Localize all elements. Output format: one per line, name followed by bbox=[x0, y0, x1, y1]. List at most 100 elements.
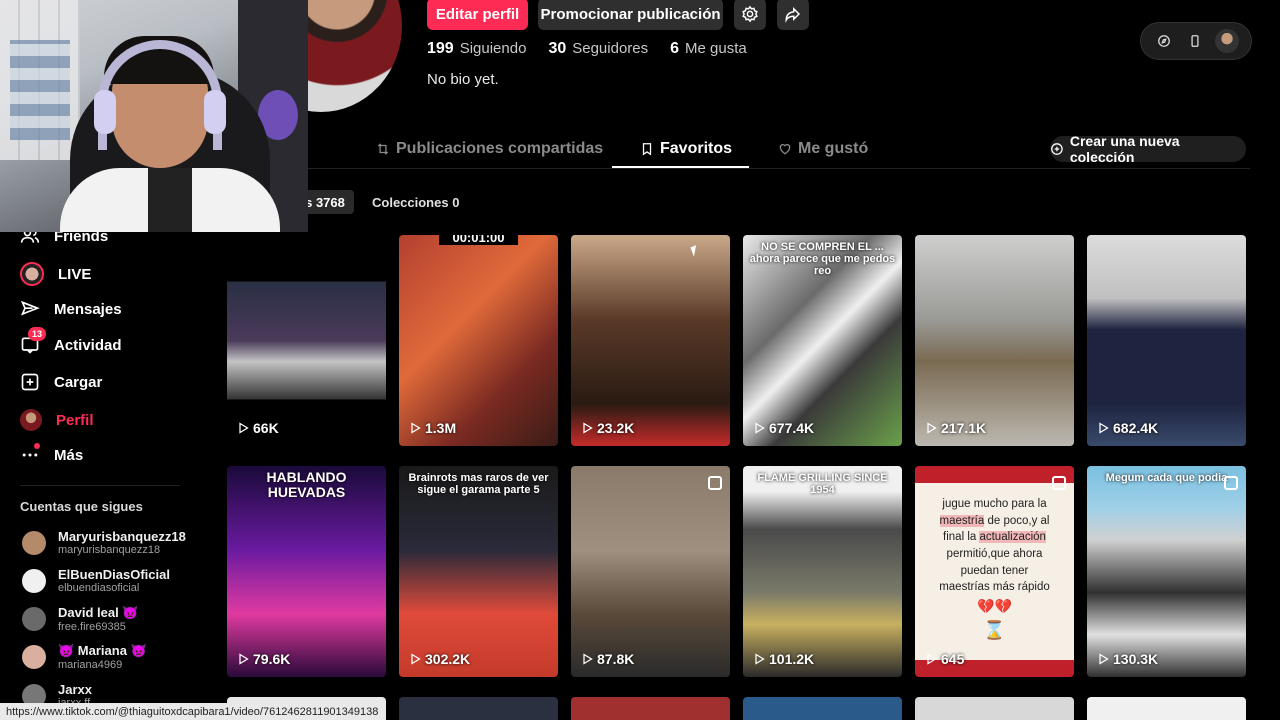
sidebar-item-profile[interactable]: Perfil bbox=[20, 409, 94, 431]
multi-image-icon bbox=[708, 476, 722, 490]
view-count: 79.6K bbox=[237, 651, 290, 667]
live-icon bbox=[20, 262, 44, 286]
avatar bbox=[22, 530, 46, 555]
view-count: 66K bbox=[237, 420, 279, 436]
video-card[interactable]: HABLANDO HUEVADAS 79.6K bbox=[227, 466, 386, 677]
upload-icon bbox=[20, 372, 40, 392]
video-card[interactable] bbox=[915, 697, 1074, 720]
play-icon bbox=[583, 422, 593, 434]
play-icon bbox=[239, 422, 249, 434]
video-caption-overlay: Brainrots mas raros de ver sigue el gara… bbox=[408, 472, 549, 497]
repost-icon bbox=[377, 143, 389, 155]
phone-icon[interactable] bbox=[1184, 30, 1206, 52]
following-account[interactable]: Maryurisbanquezz18 maryurisbanquezz18 bbox=[22, 529, 186, 556]
avatar bbox=[22, 607, 46, 631]
video-caption-overlay: HABLANDO HUEVADAS bbox=[266, 469, 347, 501]
view-count: 130.3K bbox=[1097, 651, 1158, 667]
text-post-content: jugue mucho para la maestría de poco,y al… bbox=[939, 498, 1050, 640]
view-count: 682.4K bbox=[1097, 420, 1158, 436]
edit-profile-button[interactable]: Editar perfil bbox=[427, 0, 528, 30]
video-caption-overlay: 00:01:00 bbox=[439, 235, 518, 246]
user-avatar[interactable] bbox=[1214, 29, 1239, 53]
compass-icon[interactable] bbox=[1153, 30, 1175, 52]
heart-icon bbox=[779, 144, 791, 155]
video-caption-overlay: FLAME GRILLING SINCE 1954 bbox=[757, 472, 888, 497]
play-icon bbox=[755, 422, 765, 434]
video-caption-overlay: NO SE COMPREN EL ... ahora parece que me… bbox=[749, 241, 896, 278]
video-card[interactable]: 00:01:00 1.3M bbox=[399, 235, 558, 446]
play-icon bbox=[927, 422, 937, 434]
plus-circle-icon bbox=[1051, 143, 1063, 155]
video-caption-overlay: Megum cada que podia bbox=[1105, 472, 1228, 484]
following-stat[interactable]: 199 Siguiendo bbox=[427, 40, 526, 58]
share-arrow-icon bbox=[785, 6, 801, 23]
settings-button[interactable] bbox=[734, 0, 766, 30]
video-card[interactable] bbox=[571, 697, 730, 720]
video-card[interactable]: 23.2K bbox=[571, 235, 730, 446]
play-icon bbox=[927, 653, 937, 665]
play-icon bbox=[1099, 653, 1109, 665]
video-card[interactable]: 217.1K bbox=[915, 235, 1074, 446]
video-card[interactable]: 87.8K bbox=[571, 466, 730, 677]
play-icon bbox=[1099, 422, 1109, 434]
view-count: 677.4K bbox=[753, 420, 814, 436]
sidebar-item-more[interactable]: Más bbox=[20, 443, 83, 465]
promote-post-button[interactable]: Promocionar publicación bbox=[538, 0, 723, 30]
following-account[interactable]: David leal 👿 free.fire69385 bbox=[22, 605, 139, 633]
video-card[interactable] bbox=[1087, 697, 1246, 720]
webcam-overlay bbox=[0, 0, 308, 232]
play-icon bbox=[583, 653, 593, 665]
video-card[interactable]: Megum cada que podia 130.3K bbox=[1087, 466, 1246, 677]
new-collection-button[interactable]: Crear una nueva colección bbox=[1050, 133, 1246, 165]
video-card[interactable] bbox=[399, 697, 558, 720]
video-card[interactable]: FLAME GRILLING SINCE 1954 101.2K bbox=[743, 466, 902, 677]
bookmark-icon bbox=[642, 143, 652, 156]
video-card[interactable]: Brainrots mas raros de ver sigue el gara… bbox=[399, 466, 558, 677]
video-card[interactable]: NO SE COMPREN EL ... ahora parece que me… bbox=[743, 235, 902, 446]
share-button[interactable] bbox=[777, 0, 809, 30]
notification-dot bbox=[34, 443, 40, 449]
followers-stat[interactable]: 30 Seguidores bbox=[548, 40, 648, 58]
sidebar-item-upload[interactable]: Cargar bbox=[20, 372, 102, 392]
view-count: 1.3M bbox=[409, 420, 456, 436]
view-count: 101.2K bbox=[753, 651, 814, 667]
view-count: 217.1K bbox=[925, 420, 986, 436]
avatar bbox=[22, 645, 46, 669]
play-icon bbox=[239, 653, 249, 665]
video-card[interactable]: 682.4K bbox=[1087, 235, 1246, 446]
gear-icon bbox=[742, 5, 758, 23]
tabs-divider bbox=[230, 168, 1250, 169]
send-icon bbox=[20, 299, 40, 319]
likes-stat: 6 Me gusta bbox=[670, 40, 747, 57]
multi-image-icon bbox=[1224, 476, 1238, 490]
view-count: 87.8K bbox=[581, 651, 634, 667]
view-count: 302.2K bbox=[409, 651, 470, 667]
multi-image-icon bbox=[1052, 476, 1066, 490]
following-account[interactable]: 👿 Mariana 👿 mariana4969 bbox=[22, 643, 147, 671]
play-icon bbox=[411, 653, 421, 665]
video-card[interactable] bbox=[743, 697, 902, 720]
sidebar-item-messages[interactable]: Mensajes bbox=[20, 299, 122, 319]
sidebar-divider bbox=[20, 485, 180, 486]
avatar bbox=[22, 568, 46, 593]
browser-status-url: https://www.tiktok.com/@thiaguitoxdcapib… bbox=[0, 703, 385, 720]
tab-favorites[interactable]: Favoritos bbox=[640, 140, 732, 158]
profile-stats: 199 Siguiendo 30 Seguidores 6 Me gusta bbox=[427, 40, 747, 58]
tab-liked[interactable]: Me gustó bbox=[778, 140, 868, 158]
inbox-icon: 13 bbox=[20, 327, 47, 355]
view-count: 645 bbox=[925, 651, 964, 667]
floating-toolbar bbox=[1140, 22, 1252, 60]
video-card[interactable]: jugue mucho para la maestría de poco,y al… bbox=[915, 466, 1074, 677]
sidebar-item-live[interactable]: LIVE bbox=[20, 262, 91, 286]
sidebar-item-activity[interactable]: 13 Actividad bbox=[20, 327, 122, 355]
view-count: 23.2K bbox=[581, 420, 634, 436]
more-icon bbox=[20, 443, 40, 465]
activity-badge: 13 bbox=[28, 327, 47, 341]
play-icon bbox=[755, 653, 765, 665]
tab-reposts[interactable]: Publicaciones compartidas bbox=[376, 140, 603, 158]
play-icon bbox=[411, 422, 421, 434]
subtab-collections[interactable]: Colecciones 0 bbox=[372, 190, 459, 214]
video-card[interactable]: 66K bbox=[227, 235, 386, 446]
following-account[interactable]: ElBuenDiasOficial elbuendiasoficial bbox=[22, 567, 170, 594]
profile-bio: No bio yet. bbox=[427, 71, 499, 88]
